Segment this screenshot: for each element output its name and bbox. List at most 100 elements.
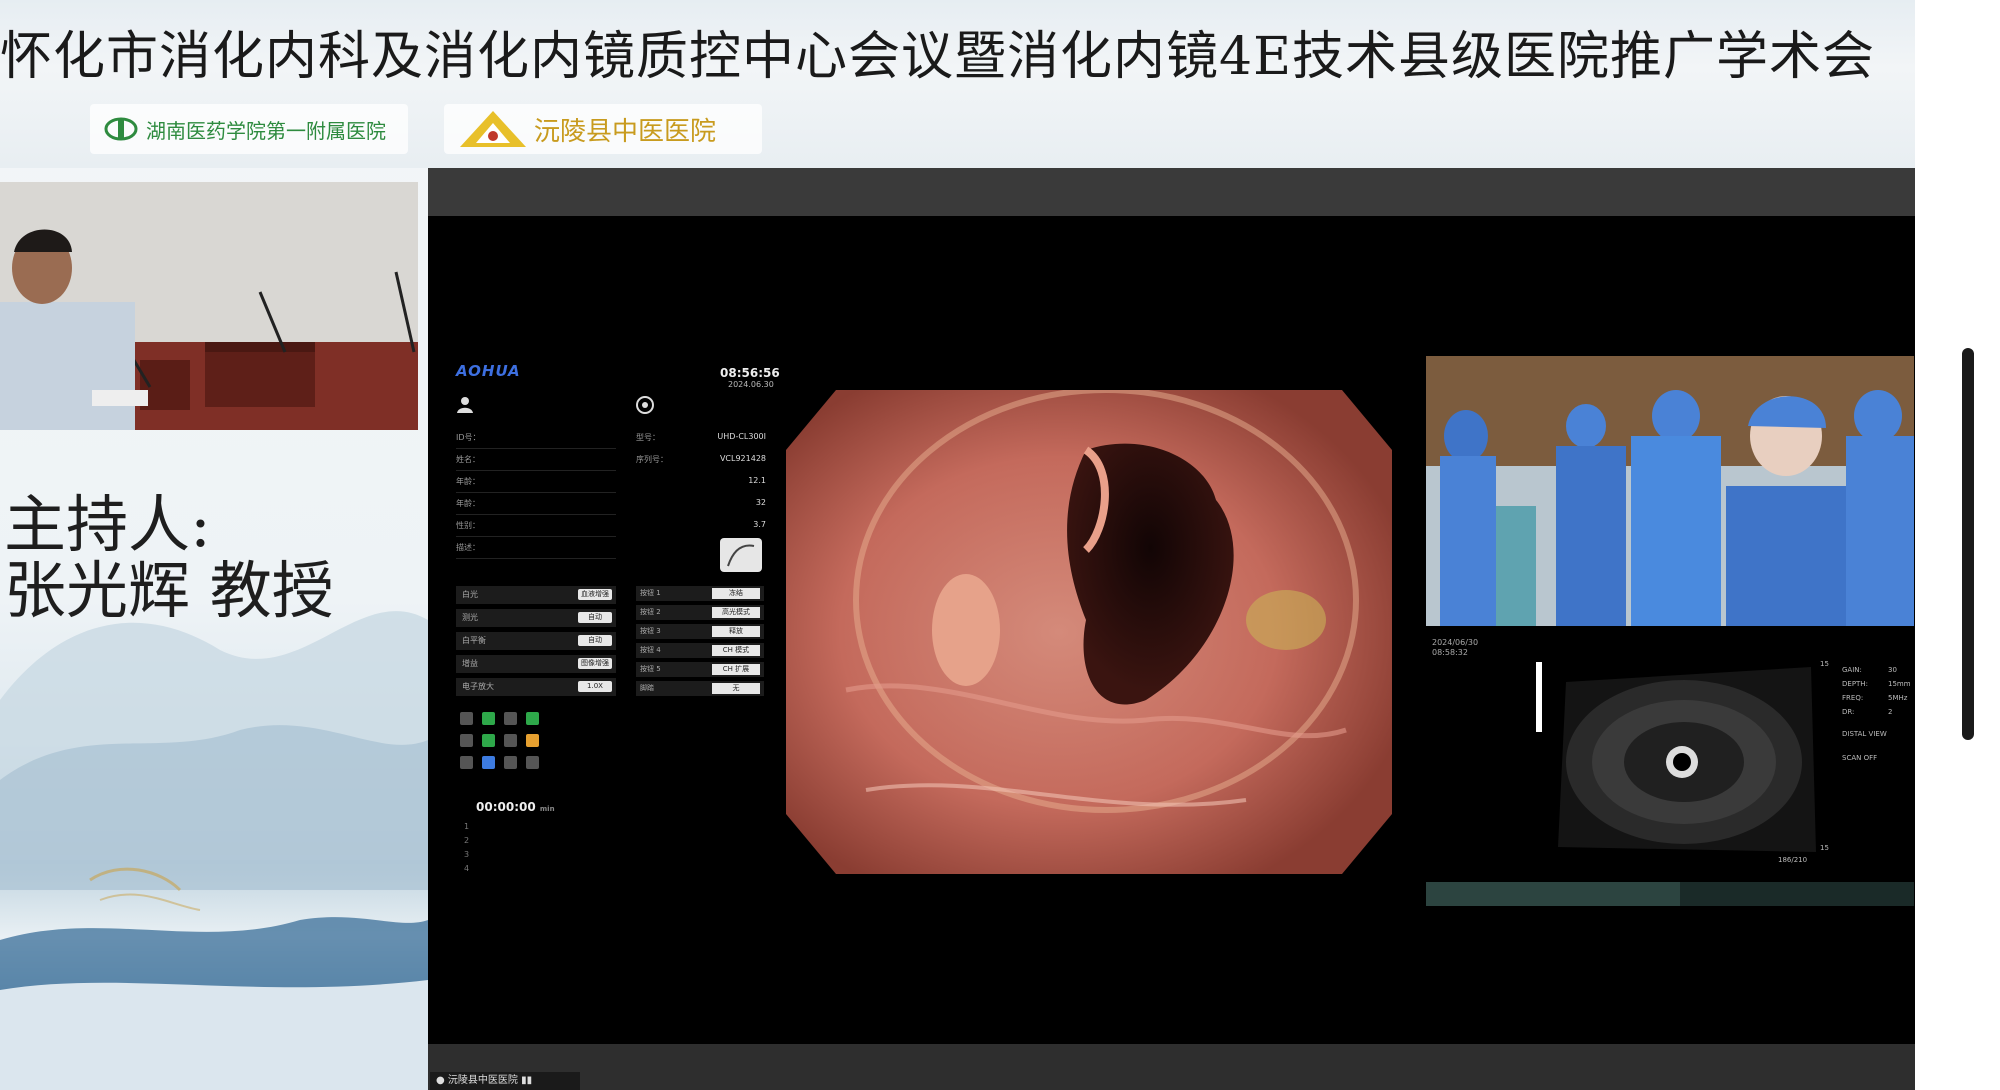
toggle-switch[interactable] (460, 756, 473, 769)
speaker-video[interactable] (0, 182, 418, 430)
patient-field: 性别： (456, 520, 616, 537)
assignment-value-button[interactable]: 释放 (712, 626, 760, 637)
toggle-switch[interactable] (526, 756, 539, 769)
device-info-row: 3.7 (636, 520, 766, 536)
button-assignment-row[interactable]: 按钮 1 冻结 (636, 586, 764, 601)
image-control-row[interactable]: 白平衡 自动 (456, 632, 616, 650)
endoscopic-image[interactable] (786, 390, 1392, 874)
toggle-switch[interactable] (526, 712, 539, 725)
toggle-switch[interactable] (526, 734, 539, 747)
capture-index: 2 (464, 836, 470, 845)
patient-field: 姓名： (456, 454, 616, 471)
button-assignment-row[interactable]: 按钮 5 CH 扩展 (636, 662, 764, 677)
ultrasound-progress-fill (1426, 882, 1680, 906)
ultrasound-frame-counter: 186/210 (1778, 856, 1808, 864)
patient-field: 年龄： (456, 476, 616, 493)
timer-value: 00:00:00 (476, 800, 536, 814)
hospital-name-right: 沅陵县中医医院 (534, 116, 717, 147)
hospital-name-left: 湖南医药学院第一附属医院 (146, 118, 386, 143)
operating-room-scene (1426, 356, 1914, 626)
toggle-switch[interactable] (504, 734, 517, 747)
hospital-logo-right: 沅陵县中医医院 (444, 104, 762, 154)
conference-title: 怀化市消化内科及消化内镜质控中心会议暨消化内镜4E技术县级医院推广学术会 (0, 27, 1876, 87)
procedure-timer: 00:00:00 min (476, 800, 555, 814)
patient-field: 年龄： (456, 498, 616, 515)
triangle-emblem-icon (460, 111, 526, 147)
toggle-switch[interactable] (504, 756, 517, 769)
mic-icon: ● (436, 1075, 445, 1086)
control-value-button[interactable]: 自动 (578, 635, 612, 646)
button-assignment-row[interactable]: 按钮 4 CH 模式 (636, 643, 764, 658)
toggle-switch[interactable] (504, 712, 517, 725)
device-info-row: 32 (636, 498, 766, 514)
button-assignment-row[interactable]: 按钮 3 释放 (636, 624, 764, 639)
button-assignment-row[interactable]: 按钮 2 高光模式 (636, 605, 764, 620)
or-date: 2024/06/30 (1432, 638, 1479, 647)
ink-wash-mountains (0, 611, 428, 1090)
capture-index: 3 (464, 850, 470, 859)
assignment-value-button[interactable]: 高光模式 (712, 607, 760, 618)
device-clock: 08:56:56 (720, 366, 780, 380)
toggle-switch[interactable] (482, 734, 495, 747)
operating-room-video[interactable] (1426, 356, 1914, 626)
hospital-emblem-icon (104, 117, 138, 141)
scope-shape-icon (727, 544, 755, 567)
image-control-row[interactable]: 白光 血液增强 (456, 586, 616, 604)
ultrasound-param-value: 30 (1888, 666, 1897, 674)
image-control-row[interactable]: 增益 图像增强 (456, 655, 616, 673)
participant-name: 沅陵县中医医院 (447, 1075, 518, 1086)
ultrasound-param-label: FREQ: (1842, 694, 1864, 702)
ultrasound-param-label: DR: (1842, 708, 1855, 716)
patient-field: ID号： (456, 432, 616, 449)
image-control-row[interactable]: 测光 自动 (456, 609, 616, 627)
assignment-value-button[interactable]: CH 模式 (712, 645, 760, 656)
scrollbar[interactable] (1962, 348, 1974, 740)
ultrasound-param-label: DEPTH: (1842, 680, 1868, 688)
assignment-value-button[interactable]: CH 扩展 (712, 664, 760, 675)
grayscale-bar (1536, 662, 1542, 732)
device-info-value: UHD-CL300I (717, 432, 766, 441)
scope-icon (636, 396, 654, 414)
capture-index: 1 (464, 822, 470, 831)
device-info-row: 型号： UHD-CL300I (636, 432, 766, 442)
device-info-value: 12.1 (748, 476, 766, 485)
ultrasound-image[interactable] (1536, 662, 1826, 862)
control-value-button[interactable]: 1.0X (578, 681, 612, 692)
ultrasound-scan-state: SCAN OFF (1842, 754, 1878, 762)
image-control-row[interactable]: 电子放大 1.0X (456, 678, 616, 696)
device-date: 2024.06.30 (728, 380, 774, 389)
right-margin (1915, 0, 2000, 1090)
button-assignment-row[interactable]: 脚踏无 (636, 681, 764, 696)
brand-logo: AOHUA (456, 362, 521, 380)
toggle-switch[interactable] (482, 712, 495, 725)
toggle-switch[interactable] (460, 734, 473, 747)
host-name: 张光辉 教授 (4, 554, 334, 627)
assignment-value-button[interactable]: 无 (712, 683, 760, 694)
assignment-value-button[interactable]: 冻结 (712, 588, 760, 599)
ultrasound-param-label: GAIN: (1842, 666, 1862, 674)
speaker-scene (0, 182, 418, 430)
device-info-value: 3.7 (753, 520, 766, 529)
screen-share-bottom-bar (428, 1044, 1915, 1090)
toggle-switch[interactable] (482, 756, 495, 769)
signal-icon: ▮▮ (521, 1075, 533, 1086)
ultrasound-param-value: 5MHz (1888, 694, 1908, 702)
ultrasound-scale-bottom: 15 (1820, 844, 1829, 852)
device-info-value: 32 (755, 498, 766, 507)
toggle-switch[interactable] (460, 712, 473, 725)
ultrasound-param-value: 15mm (1888, 680, 1911, 688)
patient-field: 描述： (456, 542, 616, 559)
ultrasound-scale-top: 15 (1820, 660, 1829, 668)
participant-status[interactable]: ● 沅陵县中医医院 ▮▮ (430, 1072, 580, 1090)
timer-unit: min (539, 805, 555, 813)
scope-preview-button[interactable] (720, 538, 762, 572)
capture-index: 4 (464, 864, 470, 873)
device-info-row: 序列号： VCL921428 (636, 454, 766, 464)
device-info-value: VCL921428 (719, 454, 766, 463)
control-value-button[interactable]: 图像增强 (578, 658, 612, 669)
control-value-button[interactable]: 血液增强 (578, 589, 612, 600)
device-info-row: 12.1 (636, 476, 766, 492)
control-value-button[interactable]: 自动 (578, 612, 612, 623)
patient-icon (457, 397, 473, 413)
or-time: 08:58:32 (1432, 648, 1468, 657)
